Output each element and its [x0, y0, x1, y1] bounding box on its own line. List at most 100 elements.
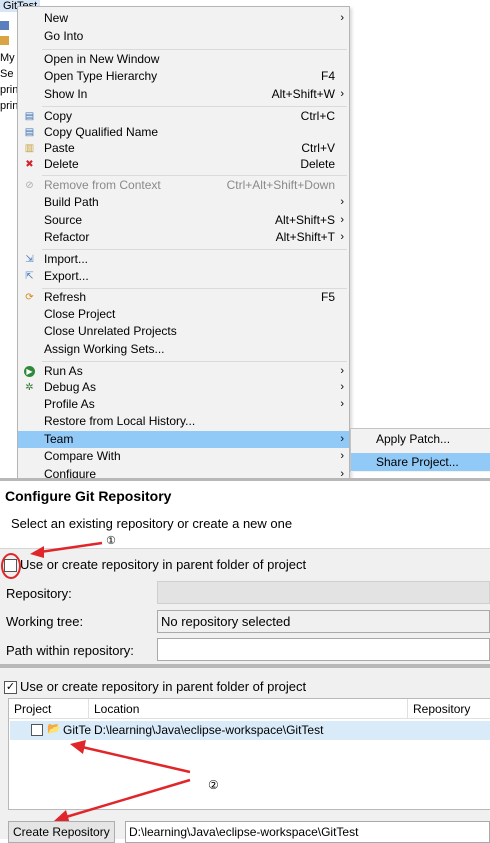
repository-label: Repository: — [6, 586, 72, 601]
menu-item-new[interactable]: New › — [18, 10, 349, 27]
use-parent-folder-checkbox-checked[interactable]: ✓ — [4, 681, 17, 694]
menu-item-import[interactable]: ⇲ Import... — [18, 251, 349, 268]
copy-qualified-name-icon: ▤ — [24, 127, 35, 138]
delete-icon: ✖ — [25, 159, 34, 170]
menu-item-go-into[interactable]: Go Into — [18, 28, 349, 45]
menu-item-copy-qualified-name[interactable]: ▤ Copy Qualified Name — [18, 124, 349, 141]
use-parent-folder-label: Use or create repository in parent folde… — [20, 679, 307, 694]
chevron-right-icon: › — [340, 231, 344, 243]
chevron-right-icon: › — [340, 214, 344, 226]
chevron-right-icon: › — [340, 398, 344, 410]
menu-item-label: Delete — [44, 157, 79, 171]
tree-row[interactable] — [0, 18, 9, 32]
menu-item-source[interactable]: Source Alt+Shift+S › — [18, 212, 349, 229]
menu-item-compare-with[interactable]: Compare With › — [18, 448, 349, 465]
dialog-title: Configure Git Repository — [5, 488, 172, 504]
menu-separator — [42, 175, 347, 176]
tree-row[interactable]: Se — [0, 67, 13, 81]
share-project-panel: ✓ Use or create repository in parent fol… — [0, 664, 490, 843]
refresh-icon: ⟳ — [25, 292, 34, 303]
chevron-right-icon: › — [340, 365, 344, 377]
menu-item-label: Paste — [44, 141, 75, 155]
menu-item-accelerator: F5 — [320, 290, 335, 304]
use-parent-folder-checkbox[interactable] — [4, 559, 17, 572]
menu-item-refactor[interactable]: Refactor Alt+Shift+T › — [18, 229, 349, 246]
submenu-item-apply-patch[interactable]: Apply Patch... — [351, 430, 490, 448]
menu-item-accelerator: Ctrl+Alt+Shift+Down — [226, 178, 335, 192]
copy-icon: ▤ — [24, 111, 35, 122]
tree-row[interactable] — [0, 33, 9, 47]
context-menu-screenshot: GitTest My Se prin prin New› Go Into Ope… — [0, 0, 490, 478]
paste-icon: ▥ — [24, 143, 35, 154]
menu-item-label: Copy Qualified Name — [44, 125, 159, 139]
menu-item-remove-from-context[interactable]: ⊘ Remove from Context Ctrl+Alt+Shift+Down — [18, 177, 349, 194]
menu-item-label: Source — [44, 213, 83, 227]
import-icon: ⇲ — [25, 254, 34, 265]
menu-item-label: Debug As — [44, 380, 97, 394]
menu-item-accelerator: Alt+Shift+S — [274, 213, 335, 227]
menu-item-debug-as[interactable]: ✲ Debug As › — [18, 379, 349, 396]
menu-item-open-new-window[interactable]: Open in New Window — [18, 51, 349, 68]
menu-item-label: Profile As — [44, 397, 95, 411]
menu-item-restore-local-history[interactable]: Restore from Local History... — [18, 413, 349, 430]
menu-item-run-as[interactable]: ▶ Run As › — [18, 363, 349, 380]
menu-item-delete[interactable]: ✖ Delete Delete — [18, 156, 349, 173]
menu-item-profile-as[interactable]: Profile As › — [18, 396, 349, 413]
path-within-repository-field[interactable] — [157, 638, 490, 661]
menu-item-show-in[interactable]: Show In Alt+Shift+W › — [18, 86, 349, 103]
menu-item-copy[interactable]: ▤ Copy Ctrl+C — [18, 108, 349, 125]
menu-item-label: Team — [44, 432, 74, 446]
menu-item-label: Refresh — [44, 290, 87, 304]
menu-separator — [42, 249, 347, 250]
column-header-location[interactable]: Location — [89, 699, 408, 719]
menu-item-build-path[interactable]: Build Path › — [18, 194, 349, 211]
repository-field[interactable] — [157, 581, 490, 604]
package-icon — [0, 35, 9, 45]
dialog-description: Select an existing repository or create … — [11, 516, 293, 531]
menu-item-label: Build Path — [44, 195, 99, 209]
menu-separator — [42, 106, 347, 107]
menu-item-assign-working-sets[interactable]: Assign Working Sets... — [18, 341, 349, 358]
debug-icon: ✲ — [25, 382, 34, 393]
menu-item-label: Copy — [44, 109, 73, 123]
context-menu: New › Go Into Open in New Window Open Typ… — [17, 6, 350, 478]
menu-item-close-unrelated-projects[interactable]: Close Unrelated Projects — [18, 323, 349, 340]
tree-row[interactable]: prin — [0, 99, 18, 113]
menu-item-label: Refactor — [44, 230, 90, 244]
menu-item-export[interactable]: ⇱ Export... — [18, 268, 349, 285]
tree-row[interactable]: prin — [0, 83, 18, 97]
chevron-right-icon: › — [340, 12, 344, 24]
menu-item-accelerator: F4 — [320, 69, 335, 83]
team-submenu: Apply Patch... Share Project... — [350, 428, 490, 472]
chevron-right-icon: › — [340, 381, 344, 393]
menu-item-label: Close Project — [44, 307, 116, 321]
annotation-label-1: ① — [106, 535, 116, 547]
chevron-right-icon: › — [340, 88, 344, 100]
menu-item-accelerator: Ctrl+C — [300, 109, 335, 123]
column-header-repository[interactable]: Repository — [408, 699, 490, 719]
menu-item-label: Configure — [44, 467, 97, 478]
create-repository-button[interactable]: Create Repository — [8, 821, 115, 843]
menu-item-label: New — [44, 11, 69, 25]
folder-icon — [0, 20, 9, 30]
menu-item-paste[interactable]: ▥ Paste Ctrl+V — [18, 140, 349, 157]
menu-item-accelerator: Ctrl+V — [301, 141, 335, 155]
working-tree-field[interactable]: No repository selected — [157, 610, 490, 633]
menu-item-close-project[interactable]: Close Project — [18, 306, 349, 323]
annotation-label-2: ② — [208, 778, 219, 792]
menu-item-refresh[interactable]: ⟳ Refresh F5 — [18, 289, 349, 306]
export-icon: ⇱ — [25, 271, 34, 282]
submenu-item-share-project[interactable]: Share Project... — [351, 453, 490, 471]
menu-separator — [42, 49, 347, 50]
menu-item-open-type-hierarchy[interactable]: Open Type Hierarchy F4 — [18, 68, 349, 85]
menu-item-label: Compare With — [44, 449, 121, 463]
menu-item-configure[interactable]: Configure › — [18, 466, 349, 478]
create-repository-path-field[interactable]: D:\learning\Java\eclipse-workspace\GitTe… — [125, 821, 490, 843]
menu-item-label: Remove from Context — [44, 178, 161, 192]
column-header-project[interactable]: Project — [9, 699, 89, 719]
menu-item-label: Restore from Local History... — [44, 414, 196, 428]
menu-item-team[interactable]: Team › — [18, 431, 349, 448]
tree-row[interactable]: My — [0, 51, 15, 65]
remove-context-icon: ⊘ — [25, 180, 34, 191]
menu-item-label: Open Type Hierarchy — [44, 69, 158, 83]
